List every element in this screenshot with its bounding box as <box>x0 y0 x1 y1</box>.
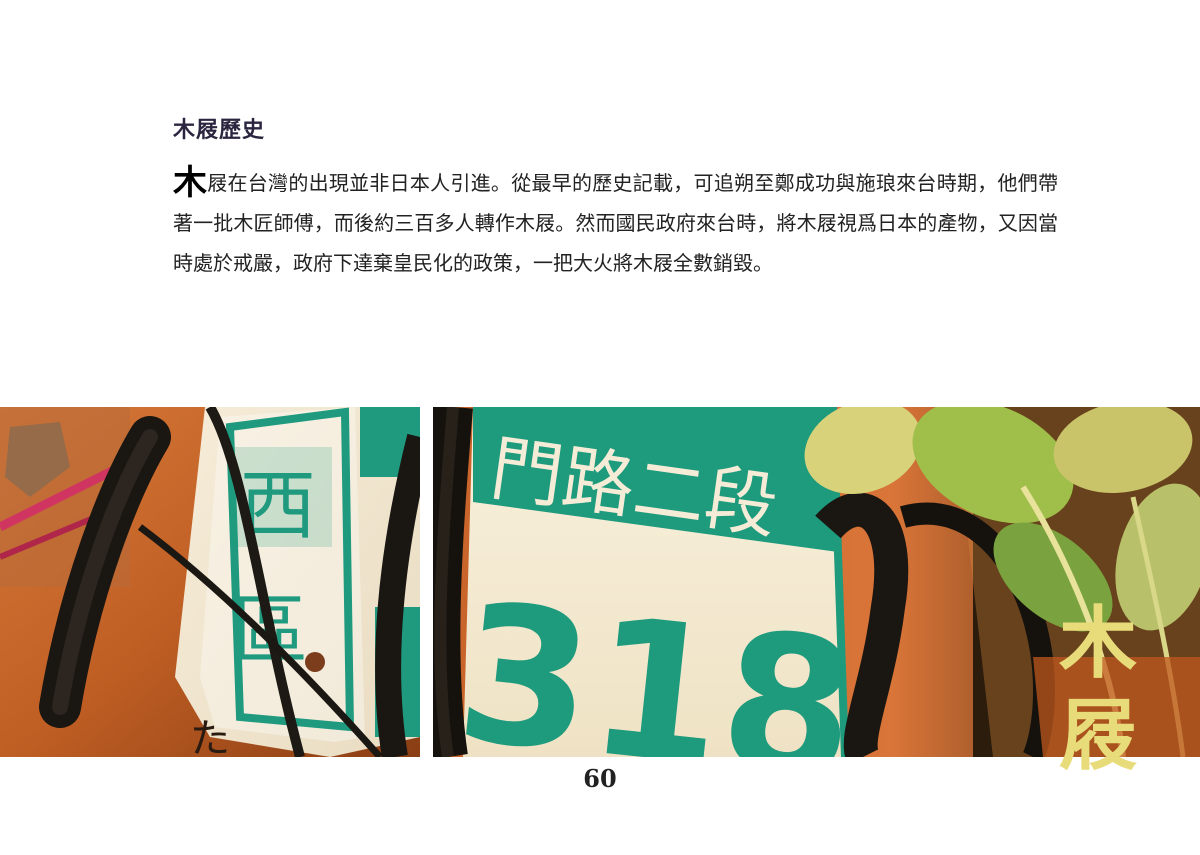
vertical-title: 木 屐 <box>1052 598 1144 782</box>
vertical-title-char: 木 <box>1058 598 1137 689</box>
vertical-title-char: 屐 <box>1058 690 1137 781</box>
bolt <box>305 652 325 672</box>
page-number: 60 <box>583 764 617 793</box>
photo-left: 西 區 た <box>0 407 420 757</box>
history-paragraph: 木屐在台灣的出現並非日本人引進。從最早的歷史記載，可追朔至鄭成功與施琅來台時期，… <box>173 163 1058 283</box>
dropcap: 木 <box>173 163 208 203</box>
section-heading: 木屐歷史 <box>173 117 266 143</box>
paragraph-text: 屐在台灣的出現並非日本人引進。從最早的歷史記載，可追朔至鄭成功與施琅來台時期，他… <box>173 171 1059 275</box>
scribble-mark: た <box>190 716 230 757</box>
